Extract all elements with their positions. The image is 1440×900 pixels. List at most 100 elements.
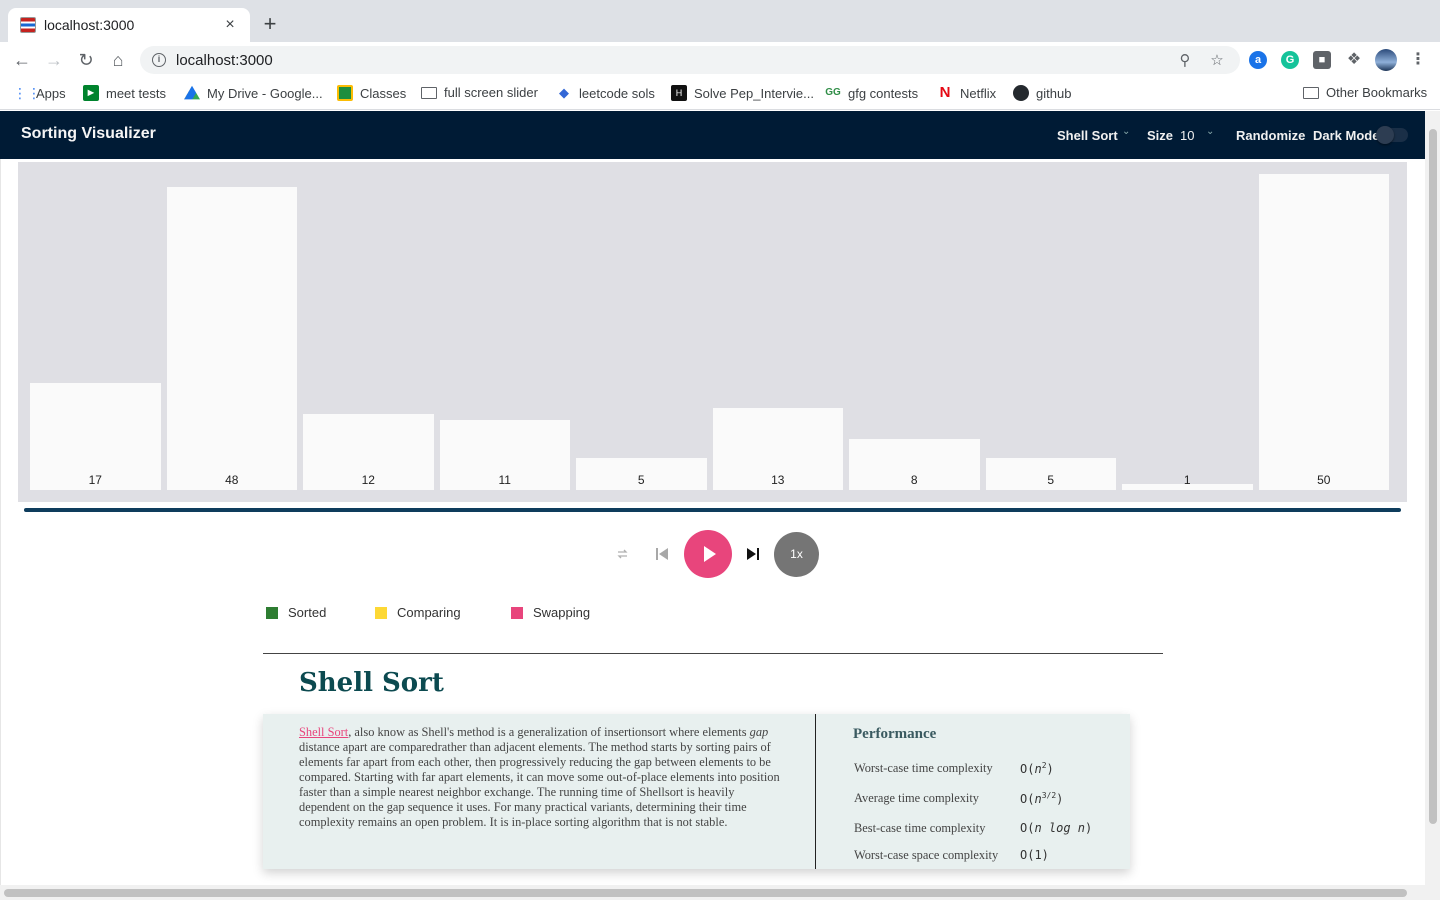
toggle-knob[interactable]: [1376, 126, 1394, 144]
perf-label-best-time: Best-case time complexity: [854, 821, 986, 835]
home-icon[interactable]: ⌂: [106, 48, 130, 72]
perf-value-average-time: O(n3/2): [1020, 791, 1064, 806]
legend-swapping: Swapping: [511, 605, 590, 620]
chart-bar-label: 13: [771, 473, 785, 487]
dark-mode-label: Dark Mode: [1313, 128, 1380, 143]
extensions-puzzle-icon[interactable]: ❖: [1345, 51, 1363, 69]
bookmark-solve-pep[interactable]: H Solve Pep_Intervie...: [671, 85, 814, 101]
description-gap: gap: [749, 725, 769, 739]
browser-toolbar: ← → ↻ ⌂ i localhost:3000 ⚲ ☆ a G ■ ❖ ⋮: [0, 42, 1440, 78]
browser-tab[interactable]: localhost:3000 ×: [8, 8, 250, 42]
github-icon: [1013, 85, 1029, 101]
bookmark-label: gfg contests: [848, 85, 919, 101]
bookmark-apps[interactable]: ⋮⋮ Apps: [13, 85, 66, 101]
chart-bar-label: 1: [1183, 473, 1191, 487]
favicon-icon: [20, 17, 36, 33]
legend-label: Swapping: [533, 605, 591, 620]
bookmarks-bar: ⋮⋮ Apps ► meet tests My Drive - Google..…: [0, 78, 1440, 110]
legend-sorted: Sorted: [266, 605, 326, 620]
folder-icon: [1303, 86, 1319, 99]
bookmark-leetcode-sols[interactable]: ◆ leetcode sols: [556, 85, 655, 101]
repeat-icon[interactable]: [616, 548, 629, 560]
perf-value-best-time: O(n log n): [1020, 821, 1093, 835]
speed-button[interactable]: 1x: [774, 532, 819, 577]
algorithm-info-card: Shell Sort, also know as Shell's method …: [263, 714, 1130, 869]
zoom-icon[interactable]: ⚲: [1176, 52, 1194, 70]
bookmark-my-drive[interactable]: My Drive - Google...: [184, 85, 323, 101]
forward-icon[interactable]: →: [42, 48, 66, 72]
chart-bar-label: 12: [361, 473, 375, 487]
bookmark-label: My Drive - Google...: [207, 85, 323, 101]
skip-previous-icon[interactable]: [655, 547, 669, 561]
bookmark-label: Other Bookmarks: [1326, 85, 1428, 100]
other-bookmarks[interactable]: Other Bookmarks: [1303, 85, 1427, 100]
vertical-scrollbar[interactable]: [1425, 111, 1440, 885]
chevron-down-icon[interactable]: ⌄: [1122, 126, 1130, 137]
performance-title: Performance: [853, 726, 937, 742]
profile-avatar[interactable]: [1375, 49, 1397, 71]
bookmark-classes[interactable]: Classes: [337, 85, 406, 101]
bookmark-label: Solve Pep_Intervie...: [694, 85, 814, 101]
bookmark-netflix[interactable]: N Netflix: [937, 84, 997, 101]
algorithm-select[interactable]: Shell Sort: [1057, 128, 1118, 143]
perf-value-worst-time: O(n2): [1020, 761, 1054, 776]
bookmark-label: Apps: [36, 85, 66, 101]
perf-label-worst-time: Worst-case time complexity: [854, 761, 993, 775]
apps-grid-icon: ⋮⋮: [13, 85, 41, 101]
bookmark-full-screen-slider[interactable]: full screen slider: [421, 85, 538, 100]
chart-bar: [1258, 174, 1389, 490]
bookmark-meet-tests[interactable]: ► meet tests: [83, 85, 166, 101]
scrollbar-thumb[interactable]: [1429, 129, 1437, 824]
geeksforgeeks-icon: GG: [825, 87, 841, 98]
close-tab-icon[interactable]: ×: [222, 16, 238, 34]
play-button[interactable]: [684, 530, 732, 578]
netflix-icon: N: [939, 84, 951, 101]
algorithm-description: Shell Sort, also know as Shell's method …: [299, 725, 781, 830]
new-tab-button[interactable]: +: [258, 12, 282, 36]
perf-label-worst-space: Worst-case space complexity: [854, 848, 999, 862]
back-icon[interactable]: ←: [10, 48, 34, 72]
randomize-button[interactable]: Randomize: [1236, 128, 1305, 143]
chart-bar-label: 5: [637, 473, 645, 487]
hackerrank-icon: H: [671, 85, 687, 101]
skip-next-icon[interactable]: [746, 547, 760, 561]
bookmark-github[interactable]: github: [1013, 85, 1071, 101]
app-brand[interactable]: Sorting Visualizer: [21, 125, 156, 143]
progress-bar[interactable]: [24, 508, 1401, 512]
chart-bar-label: 5: [1047, 473, 1055, 487]
url-text[interactable]: localhost:3000: [176, 52, 273, 69]
tab-title: localhost:3000: [44, 17, 135, 33]
legend-label: Sorted: [288, 605, 327, 620]
legend-swatch: [511, 606, 523, 619]
perf-label-average-time: Average time complexity: [854, 791, 980, 805]
bookmark-label: meet tests: [106, 85, 166, 101]
algorithm-title: Shell Sort: [299, 668, 444, 698]
chart-bar-label: 11: [498, 473, 511, 487]
reload-icon[interactable]: ↻: [74, 48, 98, 72]
chart-bar-label: 48: [225, 473, 239, 487]
extension-box-icon[interactable]: ■: [1313, 51, 1331, 69]
browser-menu-icon[interactable]: ⋮: [1409, 51, 1427, 69]
dark-mode-toggle[interactable]: [1376, 126, 1408, 144]
bookmark-gfg-contests[interactable]: GG gfg contests: [825, 85, 918, 101]
chart-bar-label: 8: [910, 473, 918, 487]
legend-label: Comparing: [397, 605, 461, 620]
section-divider: [263, 653, 1163, 654]
grammarly-icon[interactable]: G: [1281, 51, 1299, 69]
extension-a-icon[interactable]: a: [1249, 51, 1267, 69]
chevron-down-icon[interactable]: ⌄: [1206, 126, 1214, 137]
address-bar[interactable]: i localhost:3000 ⚲ ☆: [140, 46, 1240, 74]
scrollbar-thumb[interactable]: [4, 889, 1407, 897]
chart-bar: [166, 186, 297, 490]
site-info-icon[interactable]: i: [152, 53, 166, 67]
legend-swatch: [375, 606, 387, 619]
bookmark-label: Netflix: [960, 85, 997, 101]
horizontal-scrollbar[interactable]: [0, 885, 1440, 900]
size-select[interactable]: 10: [1180, 128, 1194, 143]
google-meet-icon: ►: [83, 85, 99, 101]
bar-chart: 17 48 12 11 5 13 8 5 1 50: [18, 162, 1407, 502]
description-text: distance apart are comparedrather than a…: [299, 740, 780, 829]
algorithm-wiki-link[interactable]: Shell Sort: [299, 725, 348, 739]
bookmark-star-icon[interactable]: ☆: [1208, 52, 1226, 70]
bookmark-label: github: [1036, 85, 1072, 101]
